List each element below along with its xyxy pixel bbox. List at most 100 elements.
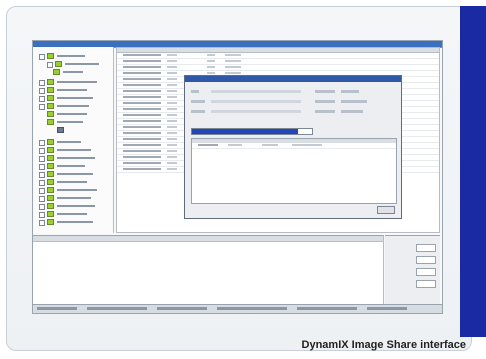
side-panel bbox=[385, 235, 440, 306]
folder-icon bbox=[55, 61, 62, 67]
accent-bar bbox=[460, 6, 486, 337]
expand-icon[interactable] bbox=[39, 172, 45, 178]
expand-icon[interactable] bbox=[39, 104, 45, 110]
tree-item-label bbox=[65, 63, 99, 65]
expand-icon[interactable] bbox=[39, 180, 45, 186]
expand-icon[interactable] bbox=[39, 164, 45, 170]
expand-icon[interactable] bbox=[39, 88, 45, 94]
field-label bbox=[315, 100, 335, 103]
expand-icon[interactable] bbox=[39, 80, 45, 86]
field-label bbox=[191, 100, 205, 103]
tree-item[interactable] bbox=[39, 95, 111, 102]
tree-item-label bbox=[57, 81, 97, 83]
tree-item[interactable] bbox=[39, 163, 111, 170]
folder-icon bbox=[47, 111, 54, 117]
tree-item[interactable] bbox=[39, 203, 111, 210]
field-input[interactable] bbox=[211, 110, 301, 113]
tree-item-label bbox=[57, 121, 83, 123]
dialog-file-list[interactable] bbox=[191, 138, 397, 204]
expand-icon[interactable] bbox=[39, 96, 45, 102]
status-bar bbox=[33, 304, 442, 313]
expand-icon[interactable] bbox=[39, 148, 45, 154]
field-input[interactable] bbox=[211, 100, 301, 103]
folder-icon bbox=[47, 219, 54, 225]
expand-icon[interactable] bbox=[39, 204, 45, 210]
tree-item[interactable] bbox=[39, 219, 111, 226]
tree-item-label bbox=[57, 197, 91, 199]
folder-tree[interactable] bbox=[33, 47, 114, 233]
expand-icon[interactable] bbox=[39, 212, 45, 218]
tree-item[interactable] bbox=[47, 119, 119, 125]
side-field[interactable] bbox=[416, 244, 436, 252]
tree-item-label bbox=[57, 149, 91, 151]
tree-item-label bbox=[57, 213, 87, 215]
tree-item[interactable] bbox=[47, 61, 119, 68]
tree-item[interactable] bbox=[39, 53, 111, 60]
side-field[interactable] bbox=[416, 256, 436, 264]
tree-item-label bbox=[57, 189, 97, 191]
folder-icon bbox=[47, 187, 54, 193]
tree-item-label bbox=[57, 181, 87, 183]
tree-item[interactable] bbox=[39, 179, 111, 186]
folder-icon bbox=[53, 69, 60, 75]
tree-item[interactable] bbox=[47, 111, 119, 117]
expand-icon[interactable] bbox=[47, 62, 53, 68]
tree-item-label bbox=[57, 89, 87, 91]
tree-item-label bbox=[57, 157, 95, 159]
field-label bbox=[315, 110, 335, 113]
side-field[interactable] bbox=[416, 268, 436, 276]
folder-icon bbox=[47, 163, 54, 169]
list-item[interactable] bbox=[192, 143, 396, 149]
tree-item-label bbox=[57, 141, 81, 143]
folder-icon bbox=[47, 79, 54, 85]
app-window bbox=[32, 40, 443, 314]
expand-icon[interactable] bbox=[39, 188, 45, 194]
dialog-title-bar bbox=[185, 76, 401, 82]
expand-icon[interactable] bbox=[39, 220, 45, 226]
tree-item-label bbox=[57, 165, 85, 167]
tree-item[interactable] bbox=[39, 139, 111, 146]
side-field[interactable] bbox=[416, 280, 436, 288]
folder-icon bbox=[47, 53, 54, 59]
tree-item-label bbox=[57, 221, 93, 223]
expand-icon[interactable] bbox=[39, 156, 45, 162]
folder-icon bbox=[47, 179, 54, 185]
tree-item[interactable] bbox=[39, 171, 111, 178]
tree-item[interactable] bbox=[53, 69, 125, 75]
tree-item[interactable] bbox=[39, 103, 111, 110]
tree-item[interactable] bbox=[39, 195, 111, 202]
expand-icon[interactable] bbox=[39, 54, 45, 60]
folder-icon bbox=[47, 103, 54, 109]
details-header bbox=[33, 236, 383, 242]
field-input[interactable] bbox=[211, 90, 301, 93]
tree-item-label bbox=[57, 205, 95, 207]
tree-item[interactable] bbox=[39, 155, 111, 162]
tree-item[interactable] bbox=[39, 211, 111, 218]
folder-icon bbox=[47, 147, 54, 153]
folder-icon bbox=[47, 155, 54, 161]
tree-item[interactable] bbox=[39, 87, 111, 94]
tree-item[interactable] bbox=[39, 187, 111, 194]
field-label bbox=[315, 90, 335, 93]
share-dialog bbox=[184, 75, 402, 219]
folder-icon bbox=[47, 119, 54, 125]
field-label bbox=[191, 90, 199, 93]
folder-icon bbox=[47, 171, 54, 177]
expand-icon[interactable] bbox=[39, 140, 45, 146]
field-value bbox=[341, 90, 359, 93]
folder-icon bbox=[47, 195, 54, 201]
dialog-fields bbox=[191, 90, 395, 124]
dialog-button[interactable] bbox=[377, 206, 395, 214]
camera-icon bbox=[57, 127, 64, 133]
field-value bbox=[341, 100, 367, 103]
tree-item-label bbox=[57, 173, 93, 175]
tree-item[interactable] bbox=[39, 79, 111, 86]
progress-fill bbox=[192, 129, 298, 134]
tree-item[interactable] bbox=[39, 147, 111, 154]
folder-icon bbox=[47, 139, 54, 145]
expand-icon[interactable] bbox=[39, 196, 45, 202]
tree-item-label bbox=[57, 113, 87, 115]
tree-item-label bbox=[63, 71, 83, 73]
folder-icon bbox=[47, 203, 54, 209]
tree-item-label bbox=[57, 97, 93, 99]
